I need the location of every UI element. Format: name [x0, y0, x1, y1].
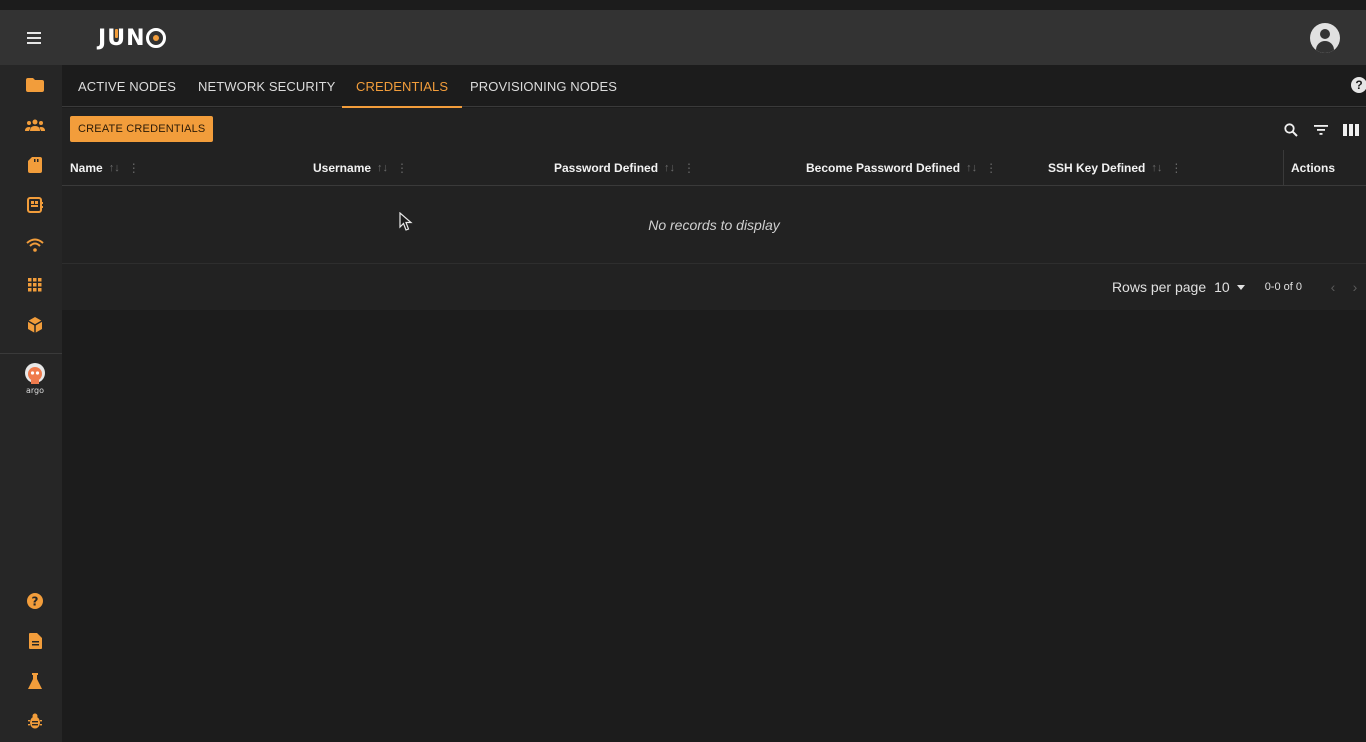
rows-per-page-select[interactable]: 10	[1214, 279, 1245, 295]
svg-text:argo: argo	[26, 386, 44, 395]
column-header-username[interactable]: Username ↑↓ ⋮	[313, 150, 408, 186]
top-app-bar: JUN	[0, 10, 1366, 65]
next-page-icon[interactable]: ›	[1344, 279, 1366, 295]
package-icon	[27, 317, 43, 333]
sidebar-item-groups[interactable]	[0, 105, 70, 145]
sort-icon[interactable]: ↑↓	[664, 162, 675, 174]
sidebar-item-devices[interactable]	[0, 185, 70, 225]
column-header-password-defined[interactable]: Password Defined ↑↓ ⋮	[554, 150, 695, 186]
column-header-actions: Actions	[1291, 161, 1336, 175]
sidebar: argo ?	[0, 65, 70, 742]
filter-icon[interactable]	[1306, 120, 1336, 140]
column-header-name[interactable]: Name ↑↓ ⋮	[70, 150, 140, 186]
groups-icon	[25, 119, 45, 131]
sidebar-item-storage[interactable]	[0, 145, 70, 185]
sidebar-divider	[0, 353, 70, 354]
menu-icon[interactable]	[22, 28, 46, 48]
folder-icon	[26, 78, 44, 92]
column-menu-icon[interactable]: ⋮	[396, 161, 408, 175]
search-icon[interactable]	[1276, 120, 1306, 140]
empty-state-message: No records to display	[62, 187, 1366, 264]
actions-column-separator	[1283, 150, 1284, 186]
page-range-text: 0-0 of 0	[1264, 281, 1302, 293]
tab-network-security[interactable]: NETWORK SECURITY	[198, 65, 335, 107]
pagination: Rows per page 10 0-0 of 0 ‹ ›	[62, 264, 1366, 310]
bug-icon	[28, 713, 42, 729]
sidebar-item-help[interactable]: ?	[0, 581, 70, 621]
column-menu-icon[interactable]: ⋮	[1170, 161, 1182, 175]
sort-icon[interactable]: ↑↓	[109, 162, 120, 174]
sidebar-item-lab[interactable]	[0, 661, 70, 701]
sidebar-item-debug[interactable]	[0, 701, 70, 741]
tab-active-nodes[interactable]: ACTIVE NODES	[78, 65, 176, 107]
sidebar-item-docs[interactable]	[0, 621, 70, 661]
wifi-icon	[26, 238, 44, 252]
column-menu-icon[interactable]: ⋮	[128, 161, 140, 175]
table-toolbar	[1276, 120, 1366, 140]
help-icon[interactable]: ?	[1351, 77, 1366, 93]
sidebar-item-apps[interactable]	[0, 265, 70, 305]
rows-per-page-label: Rows per page	[1111, 279, 1207, 295]
chevron-down-icon	[1236, 284, 1245, 290]
create-credentials-button[interactable]: CREATE CREDENTIALS	[70, 116, 214, 142]
column-menu-icon[interactable]: ⋮	[985, 161, 997, 175]
sidebar-item-folder[interactable]	[0, 65, 70, 105]
main-content: ACTIVE NODES NETWORK SECURITY CREDENTIAL…	[62, 65, 1366, 742]
previous-page-icon[interactable]: ‹	[1322, 279, 1344, 295]
sd-card-icon	[28, 157, 42, 173]
tab-provisioning-nodes[interactable]: PROVISIONING NODES	[470, 65, 617, 107]
flask-icon	[28, 673, 42, 689]
column-header-become-password-defined[interactable]: Become Password Defined ↑↓ ⋮	[806, 150, 997, 186]
column-menu-icon[interactable]: ⋮	[683, 161, 695, 175]
tab-bar: ACTIVE NODES NETWORK SECURITY CREDENTIAL…	[62, 65, 1366, 108]
mouse-cursor-icon	[399, 212, 413, 231]
columns-icon[interactable]	[1336, 120, 1366, 140]
sort-icon[interactable]: ↑↓	[1151, 162, 1162, 174]
sort-icon[interactable]: ↑↓	[377, 162, 388, 174]
svg-text:?: ?	[32, 595, 39, 609]
grid-icon	[28, 278, 42, 292]
juno-logo[interactable]: JUN	[98, 24, 167, 52]
argo-icon: argo	[25, 363, 45, 395]
column-header-ssh-key-defined[interactable]: SSH Key Defined ↑↓ ⋮	[1048, 150, 1182, 186]
table-header: Name ↑↓ ⋮ Username ↑↓ ⋮ Password Defined ↑↓ ⋮ …	[62, 150, 1366, 186]
sort-icon[interactable]: ↑↓	[966, 162, 977, 174]
app-screen: JUN argo ? ACTIVE NODES NETWORK SECURITY…	[0, 0, 1366, 742]
document-icon	[28, 633, 42, 649]
tab-credentials[interactable]: CREDENTIALS	[342, 65, 463, 108]
board-icon	[27, 197, 43, 213]
sidebar-item-argo[interactable]: argo	[0, 357, 70, 401]
sidebar-item-network[interactable]	[0, 225, 70, 265]
account-avatar-icon[interactable]	[1310, 23, 1340, 53]
credentials-table-panel: CREATE CREDENTIALS Name ↑↓ ⋮ Username ↑↓ ⋮	[62, 108, 1366, 310]
help-icon: ?	[27, 593, 43, 609]
sidebar-item-packages[interactable]	[0, 305, 70, 345]
